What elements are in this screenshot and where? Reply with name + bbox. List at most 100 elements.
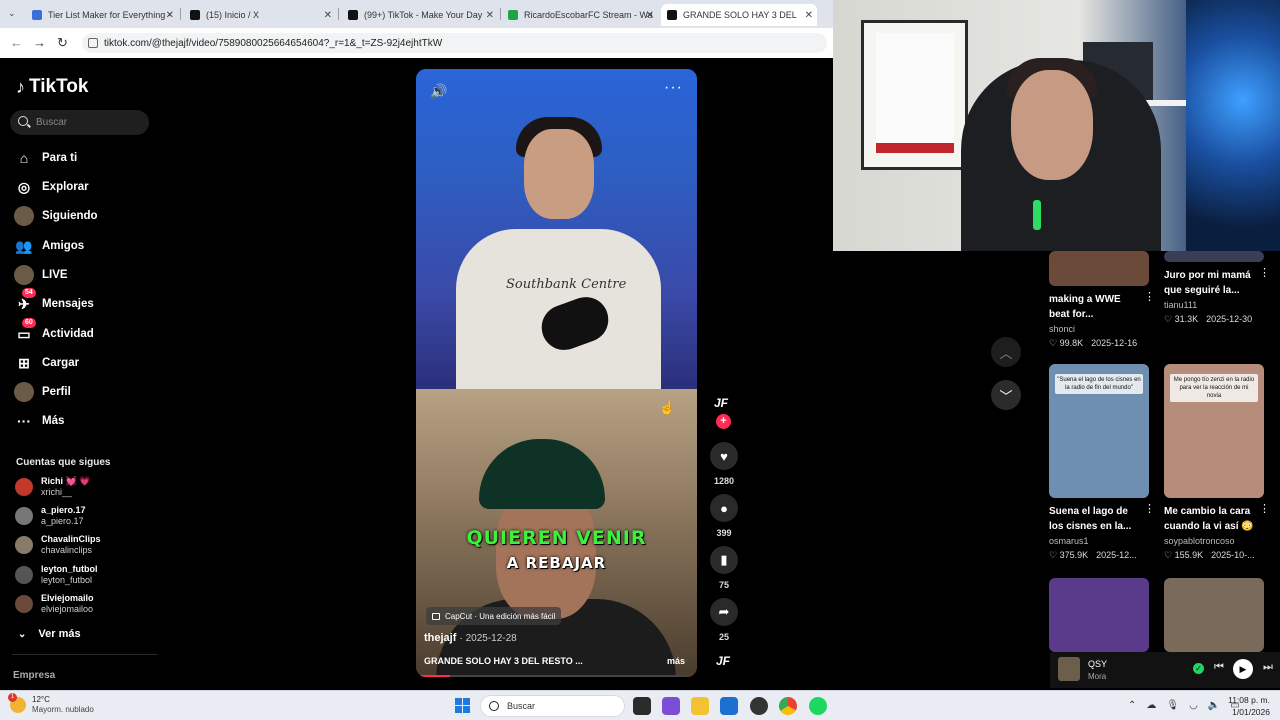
see-more-button[interactable]: ⌄ Ver más [18,628,81,640]
chevron-up-icon[interactable]: ⌃ [1128,700,1136,711]
heart-icon[interactable]: ♥ [710,442,738,470]
share-icon[interactable]: ➦ [710,598,738,626]
nav-item-perfil[interactable]: Perfil [14,380,71,404]
file-explorer-icon[interactable] [691,697,709,715]
back-arrow-icon[interactable]: ← [10,35,23,50]
taskbar-search[interactable]: Buscar [480,695,625,717]
chrome-icon[interactable] [779,697,797,715]
save-action[interactable]: ▮ 75 [709,546,739,590]
previous-track-icon[interactable]: ⏮ [1214,661,1224,674]
capcut-badge[interactable]: CapCut · Una edición más fácil [426,607,562,625]
tab-stream[interactable]: RicardoEscobarFC Stream - Wa ✕ [502,4,658,26]
more-options-icon[interactable]: ··· [664,79,683,97]
tab-active-video[interactable]: GRANDE SOLO HAY 3 DEL ✕ [661,4,817,26]
video-thumbnail[interactable]: Me pongo tío zenzi en la radio para ver … [1164,364,1264,498]
recommended-video[interactable]: ⋮ making a WWE beat for... shonci ♡ 99.8K 202… [1049,251,1155,349]
address-bar[interactable]: tiktok.com/@thejajf/video/75890800256646… [82,33,827,53]
close-icon[interactable]: ✕ [166,10,174,21]
like-action[interactable]: ♥ 1280 [709,442,739,486]
nav-item-para-ti[interactable]: ⌂ Para ti [14,146,77,170]
following-account[interactable]: Richi 💓 💗 xrichi__ [15,475,90,499]
more-options-icon[interactable]: ⋮ [1259,266,1270,279]
close-icon[interactable]: ✕ [805,10,813,21]
recommended-author[interactable]: tianu111 [1164,300,1264,310]
close-icon[interactable]: ✕ [486,10,494,21]
follow-plus-button[interactable]: + [716,414,731,429]
speaker-icon[interactable]: 🔈 [1208,700,1220,711]
following-account[interactable]: ChavalinClips chavalinclips [15,533,101,557]
steam-icon[interactable] [750,697,768,715]
company-link[interactable]: Empresa [13,670,55,681]
wifi-icon[interactable]: ◡ [1189,700,1198,711]
task-view-icon[interactable] [633,697,651,715]
video-author[interactable]: thejajf [424,632,456,644]
tiktok-logo[interactable]: ♪ TikTok [16,76,88,98]
activity-icon: ▭ 60 [14,318,36,344]
tab-x[interactable]: (15) Inicio / X ✕ [184,4,336,26]
copilot-icon[interactable] [662,697,680,715]
nav-item-actividad[interactable]: ▭ 60 Actividad [14,318,94,346]
video-thumbnail[interactable] [1164,251,1264,262]
close-icon[interactable]: ✕ [324,10,332,21]
recommended-video[interactable]: Me pongo tío zenzi en la radio para ver … [1164,364,1270,561]
recommended-video[interactable]: "Suena el lago de los cisnes en la radio… [1049,364,1155,561]
share-action[interactable]: ➦ 25 [709,598,739,642]
more-options-icon[interactable]: ⋮ [1259,502,1270,515]
bookmark-icon[interactable]: ▮ [710,546,738,574]
tab-tier-list[interactable]: Tier List Maker for Everything - ✕ [26,4,178,26]
following-account[interactable]: leyton_futbol leyton_futbol [15,563,98,587]
recommended-author[interactable]: soypablotroncoso [1164,536,1264,546]
site-info-icon[interactable] [88,38,98,48]
recommended-video[interactable]: ⋮ Juro por mi mamá que seguiré la... tianu1… [1164,251,1270,325]
nav-item-live[interactable]: LIVE [14,263,68,287]
following-account[interactable]: Elviejomailo elviejomailoo [15,592,94,616]
next-track-icon[interactable]: ⏭ [1263,661,1273,674]
more-options-icon[interactable]: ⋮ [1144,290,1155,303]
video-player[interactable]: Southbank Centre QUIEREN VENIR A REBAJAR… [416,69,697,677]
tab-tiktok-home[interactable]: (99+) TikTok - Make Your Day ✕ [342,4,498,26]
video-progress-bar[interactable] [416,675,697,677]
clock[interactable]: 11:08 p. m. 1/01/2026 [1228,694,1270,718]
weather-widget[interactable]: 1 12°C Mayorm. nublado [8,693,94,715]
browser-tab-bar: ⌄ Tier List Maker for Everything - ✕ (15… [0,0,833,28]
store-icon[interactable] [720,697,738,715]
video-thumbnail[interactable] [1164,578,1264,652]
reload-icon[interactable]: ↻ [57,35,68,51]
recommended-author[interactable]: osmarus1 [1049,536,1149,546]
comment-icon[interactable]: ● [710,494,738,522]
search-input[interactable]: Buscar [10,110,149,135]
following-account[interactable]: a_piero.17 a_piero.17 [15,504,86,528]
video-thumbnail[interactable] [1049,578,1149,652]
microphone-icon[interactable]: 🎙 [1166,700,1179,711]
play-button[interactable]: ▶ [1233,659,1253,679]
nav-item-m-s[interactable]: ··· Más [14,409,64,433]
more-description-button[interactable]: más [667,656,685,666]
saved-check-icon[interactable]: ✓ [1193,663,1204,674]
windows-start-icon[interactable] [455,698,470,713]
forward-arrow-icon[interactable]: → [33,35,46,50]
network-icon[interactable]: ☁ [1146,700,1156,711]
chevron-up-icon[interactable]: ︿ [991,337,1021,367]
more-options-icon[interactable]: ⋮ [1144,502,1155,515]
creator-avatar[interactable]: JF [714,396,728,410]
recommended-video[interactable] [1049,578,1149,652]
close-icon[interactable]: ✕ [646,10,654,21]
nav-item-siguiendo[interactable]: Siguiendo [14,204,98,228]
like-stat: ♡ 155.9K [1164,550,1203,561]
comment-action[interactable]: ● 399 [709,494,739,538]
nav-item-explorar[interactable]: ◎ Explorar [14,175,89,199]
music-disc-icon[interactable]: JF [716,654,730,668]
nav-item-cargar[interactable]: ⊞ Cargar [14,351,79,375]
tab-list-icon[interactable]: ⌄ [8,8,16,19]
chevron-down-icon[interactable]: ﹀ [991,380,1021,410]
recommended-video[interactable] [1164,578,1264,652]
video-thumbnail[interactable] [1049,251,1149,286]
avatar [15,478,33,496]
nav-item-mensajes[interactable]: ✈ 54 Mensajes [14,288,94,316]
volume-icon[interactable]: 🔊 [430,83,447,100]
recommended-title: Juro por mi mamá que seguiré la... [1164,268,1264,298]
video-thumbnail[interactable]: "Suena el lago de los cisnes en la radio… [1049,364,1149,498]
nav-item-amigos[interactable]: 👥 Amigos [14,234,84,258]
recommended-author[interactable]: shonci [1049,324,1149,334]
spotify-icon[interactable] [809,697,827,715]
